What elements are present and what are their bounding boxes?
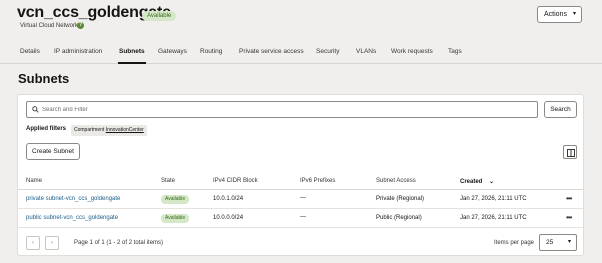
tab-subnets[interactable]: Subnets [118,48,146,64]
columns-icon [567,149,575,157]
applied-filters-label: Applied filters [26,126,67,132]
chevron-down-icon: ⌄ [489,179,495,185]
page-header: vcn_ccs_goldengate Available Virtual Clo… [0,0,602,37]
chevron-down-icon: ▾ [567,239,571,245]
column-settings-button[interactable] [563,145,577,159]
pagination-summary: Page 1 of 1 (1 - 2 of 2 total items) [74,240,164,246]
column-header-ipv6[interactable]: IPv6 Prefixes [300,178,335,184]
chevron-right-icon: › [51,240,53,246]
chevron-left-icon: ‹ [32,240,34,246]
column-header-ipv4[interactable]: IPv4 CIDR Block [213,178,258,184]
actions-label: Actions [544,11,567,18]
state-badge: Available [161,214,190,223]
row-divider [18,208,583,209]
tab-private-service-access[interactable]: Private service access [239,48,304,55]
subnet-name-link[interactable]: private subnet-vcn_ccs_goldengate [26,196,120,202]
tab-security[interactable]: Security [316,48,339,55]
help-icon[interactable]: ? [77,22,84,29]
search-field[interactable] [26,101,538,118]
subnet-access: Public (Regional) [376,215,422,221]
subnet-name-link[interactable]: public subnet-vcn_ccs_goldengate [26,215,118,221]
row-actions-menu[interactable]: ••• [566,194,572,203]
actions-button[interactable]: Actions ▾ [537,6,582,23]
search-input[interactable] [42,104,522,116]
search-icon [32,106,39,113]
subnet-access: Private (Regional) [376,196,425,202]
row-divider [18,227,583,228]
subnets-card: Search Applied filters Compartment Innov… [17,94,584,256]
tab-bar: Details IP administration Subnets Gatewa… [0,40,602,64]
resource-type-label: Virtual Cloud Network [20,23,78,29]
chevron-down-icon: ▾ [572,11,576,17]
tab-ip-administration[interactable]: IP administration [54,48,102,55]
ipv4-cidr: 10.0.1.0/24 [213,196,244,202]
next-page-button[interactable]: › [45,236,59,250]
column-header-created-label: Created [460,179,483,185]
created-date: Jan 27, 2026, 21:11 UTC [460,215,527,221]
section-title: Subnets [18,71,70,86]
items-per-page-value: 25 [546,239,554,246]
state-badge: Available [161,195,190,204]
column-header-created[interactable]: Created ⌄ [460,178,494,185]
tab-tags[interactable]: Tags [448,48,462,55]
ipv6-prefixes: — [300,214,306,220]
tab-work-requests[interactable]: Work requests [391,48,433,55]
column-header-subnet-access[interactable]: Subnet Access [376,178,416,184]
filter-chip-compartment[interactable]: Compartment InnovationCenter [71,125,147,136]
column-header-name[interactable]: Name [26,178,42,184]
ipv6-prefixes: — [300,195,306,201]
tab-gateways[interactable]: Gateways [158,48,187,55]
column-header-state[interactable]: State [161,178,175,184]
items-per-page-label: Items per page [494,240,535,246]
create-subnet-button[interactable]: Create Subnet [26,143,80,160]
tab-vlans[interactable]: VLANs [356,48,376,55]
table-header-divider [18,189,583,190]
created-date: Jan 27, 2026, 21:11 UTC [460,196,527,202]
items-per-page-select[interactable]: 25 ▾ [539,234,577,251]
search-button[interactable]: Search [544,101,577,118]
tab-routing[interactable]: Routing [200,48,222,55]
row-actions-menu[interactable]: ••• [566,213,572,222]
filter-chip-key: Compartment [74,127,105,133]
ipv4-cidr: 10.0.0.0/24 [213,215,244,221]
tab-details[interactable]: Details [20,48,40,55]
filter-chip-value[interactable]: InnovationCenter [106,127,144,133]
previous-page-button[interactable]: ‹ [26,236,40,250]
status-badge: Available [142,11,177,21]
